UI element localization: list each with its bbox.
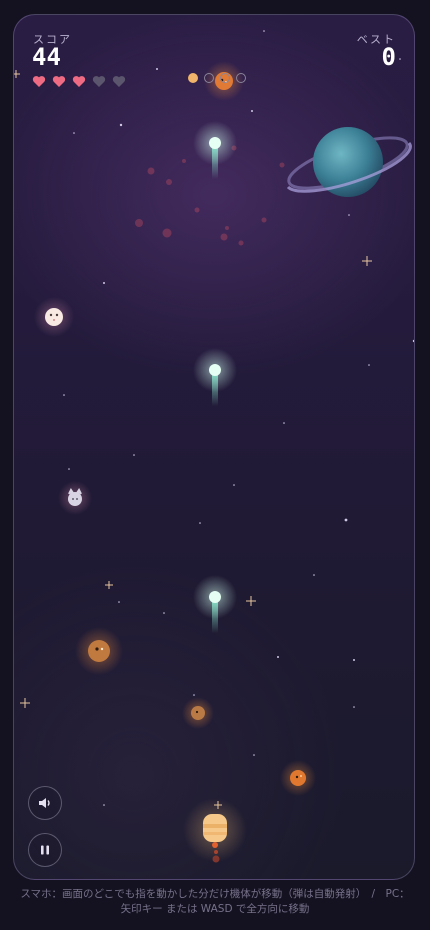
enemy-orange-blob-small [280, 760, 316, 796]
control-instructions: スマホ：画面のどこでも指を動かした分だけ機体が移動（弾は自動発射） / PC： … [14, 887, 416, 917]
lives-hearts [32, 75, 126, 88]
player-bullet [193, 575, 237, 633]
heart-empty-icon [92, 76, 106, 87]
power-dot-empty [236, 73, 246, 83]
heart-full-icon [32, 76, 46, 87]
power-dot-empty [220, 73, 230, 83]
sound-toggle-button[interactable] [28, 786, 62, 820]
enemy-cat-gray [58, 481, 92, 515]
enemy-brown-blob-small [182, 697, 214, 729]
game-canvas[interactable]: スコア 44 ベスト 0 [13, 14, 415, 880]
player-bullet [193, 348, 237, 406]
planet [286, 127, 412, 197]
player-bullet [193, 121, 237, 179]
space-background [14, 30, 414, 863]
best-score-value: 0 [381, 43, 396, 71]
heart-full-icon [72, 76, 86, 87]
heart-empty-icon [112, 76, 126, 87]
pause-icon [41, 845, 49, 855]
power-level-indicator [188, 73, 246, 83]
pause-button[interactable] [28, 833, 62, 867]
enemy-cat-white [34, 297, 74, 337]
enemy-brown-blob [75, 627, 123, 675]
score-value: 44 [32, 43, 61, 71]
speaker-icon [39, 798, 50, 808]
instructions-line-1: スマホ：画面のどこでも指を動かした分だけ機体が移動（弾は自動発射） / PC： [20, 888, 410, 900]
power-dot-empty [204, 73, 214, 83]
heart-full-icon [52, 76, 66, 87]
power-dot-filled [188, 73, 198, 83]
player-ship[interactable] [183, 798, 247, 863]
instructions-line-2: 矢印キー または WASD で全方向に移動 [120, 903, 310, 915]
